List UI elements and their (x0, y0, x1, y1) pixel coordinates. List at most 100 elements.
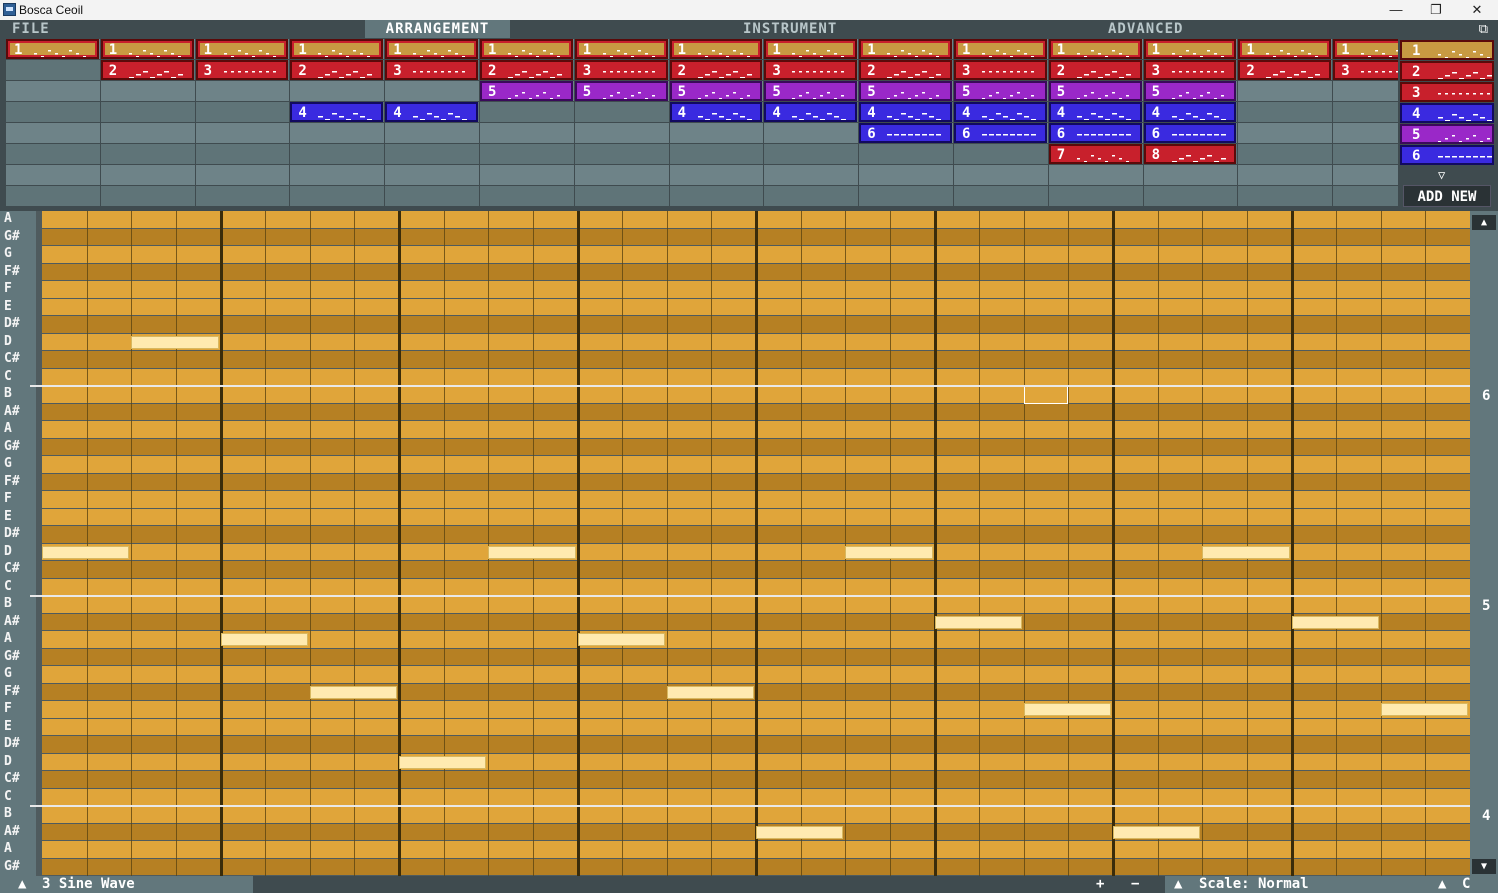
arrangement-cell[interactable] (669, 123, 764, 143)
arrangement-cell[interactable] (574, 144, 669, 164)
pattern-block[interactable]: 8 (1143, 144, 1237, 164)
pattern-block[interactable]: 3 (195, 60, 289, 80)
note[interactable] (399, 755, 487, 769)
arrangement-cell[interactable] (100, 144, 195, 164)
pattern-block[interactable]: 5 (859, 81, 952, 101)
note[interactable] (42, 545, 130, 559)
palette-pattern-5[interactable]: 5 (1400, 124, 1494, 144)
note[interactable] (577, 633, 665, 646)
note[interactable] (1023, 703, 1111, 716)
pattern-block[interactable]: 5 (764, 81, 858, 101)
note[interactable] (309, 685, 397, 699)
zoom-in-button[interactable]: + (1096, 876, 1104, 893)
palette-pattern-1[interactable]: 1 (1400, 40, 1494, 60)
arrangement-cell[interactable] (1143, 186, 1238, 206)
arrangement-cell[interactable] (574, 102, 669, 122)
arrangement-cell[interactable] (6, 102, 100, 122)
chevron-up-icon[interactable]: ▲ (18, 876, 26, 893)
pattern-block[interactable]: 1 (764, 39, 858, 59)
arrangement-cell[interactable] (100, 165, 195, 185)
arrangement-cell[interactable] (1238, 123, 1333, 143)
arrangement-cell[interactable] (6, 144, 100, 164)
pattern-block[interactable]: 4 (764, 102, 858, 122)
arrangement-grid[interactable]: 1111111111111112323232323232355555555444… (0, 38, 1398, 211)
arrangement-cell[interactable] (859, 144, 953, 164)
note[interactable] (1202, 545, 1290, 559)
pattern-block[interactable]: 2 (1238, 60, 1332, 80)
arrangement-cell[interactable] (195, 144, 290, 164)
arrangement-cell[interactable] (195, 123, 290, 143)
tab-advanced[interactable]: ADVANCED (1108, 20, 1218, 38)
arrangement-cell[interactable] (574, 123, 669, 143)
pattern-block[interactable]: 1 (480, 39, 573, 59)
pattern-block[interactable]: 4 (859, 102, 952, 122)
pattern-block[interactable]: 6 (859, 123, 952, 143)
note[interactable] (1380, 703, 1468, 716)
close-button[interactable]: ✕ (1457, 0, 1497, 20)
arrangement-cell[interactable] (954, 165, 1048, 185)
pattern-block[interactable]: 2 (100, 60, 194, 80)
arrangement-cell[interactable] (1333, 102, 1398, 122)
arrangement-cell[interactable] (6, 165, 100, 185)
note[interactable] (1113, 825, 1201, 839)
arrangement-cell[interactable] (100, 186, 195, 206)
arrangement-cell[interactable] (480, 186, 574, 206)
arrangement-cell[interactable] (764, 123, 859, 143)
arrangement-cell[interactable] (669, 144, 764, 164)
arrangement-cell[interactable] (100, 81, 195, 101)
arrangement-cell[interactable] (1238, 186, 1333, 206)
note[interactable] (220, 633, 308, 646)
arrangement-cell[interactable] (1048, 165, 1143, 185)
arrangement-cell[interactable] (385, 186, 479, 206)
minimize-button[interactable]: — (1376, 0, 1416, 20)
note[interactable] (131, 335, 219, 349)
pattern-block[interactable]: 3 (954, 60, 1047, 80)
arrangement-cell[interactable] (1238, 165, 1333, 185)
pattern-block[interactable]: 1 (1333, 39, 1398, 59)
pattern-block[interactable]: 1 (100, 39, 194, 59)
arrangement-cell[interactable] (1333, 81, 1398, 101)
pattern-block[interactable]: 5 (954, 81, 1047, 101)
arrangement-cell[interactable] (6, 60, 100, 80)
pattern-block[interactable]: 2 (480, 60, 573, 80)
add-new-button[interactable]: ADD NEW (1403, 185, 1491, 207)
pattern-block[interactable]: 1 (859, 39, 952, 59)
arrangement-cell[interactable] (1333, 186, 1398, 206)
arrangement-cell[interactable] (859, 186, 953, 206)
arrangement-cell[interactable] (954, 144, 1048, 164)
palette-pattern-2[interactable]: 2 (1400, 61, 1494, 81)
pattern-block[interactable]: 4 (385, 102, 478, 122)
pattern-block[interactable]: 1 (1048, 39, 1142, 59)
pattern-block[interactable]: 5 (669, 81, 763, 101)
pattern-block[interactable]: 1 (290, 39, 384, 59)
note[interactable] (666, 685, 754, 699)
pattern-block[interactable]: 3 (1333, 60, 1398, 80)
pattern-block[interactable]: 4 (1048, 102, 1142, 122)
arrangement-cell[interactable] (480, 165, 574, 185)
palette-pattern-4[interactable]: 4 (1400, 103, 1494, 123)
arrangement-cell[interactable] (1238, 144, 1333, 164)
palette-pattern-6[interactable]: 6 (1400, 145, 1494, 165)
pattern-block[interactable]: 1 (1143, 39, 1237, 59)
note[interactable] (845, 545, 933, 559)
maximize-button[interactable]: ❐ (1416, 0, 1456, 20)
arrangement-cell[interactable] (195, 186, 290, 206)
pattern-block[interactable]: 1 (1238, 39, 1332, 59)
pattern-block[interactable]: 4 (954, 102, 1047, 122)
pattern-block[interactable]: 2 (669, 60, 763, 80)
arrangement-cell[interactable] (1333, 123, 1398, 143)
pattern-block[interactable]: 5 (480, 81, 573, 101)
pattern-block[interactable]: 4 (669, 102, 763, 122)
arrangement-cell[interactable] (385, 165, 479, 185)
octave-scrollbar[interactable]: ▲ ▼ 6 5 4 (1470, 211, 1498, 876)
pattern-block[interactable]: 1 (669, 39, 763, 59)
pattern-block[interactable]: 6 (954, 123, 1047, 143)
restore-icon[interactable]: ⧉ (1479, 22, 1488, 37)
pattern-block[interactable]: 3 (1143, 60, 1237, 80)
arrangement-cell[interactable] (1238, 102, 1333, 122)
arrangement-cell[interactable] (290, 186, 385, 206)
note[interactable] (934, 615, 1022, 629)
arrangement-cell[interactable] (764, 144, 859, 164)
arrangement-cell[interactable] (669, 186, 764, 206)
tab-file[interactable]: FILE (12, 20, 132, 38)
